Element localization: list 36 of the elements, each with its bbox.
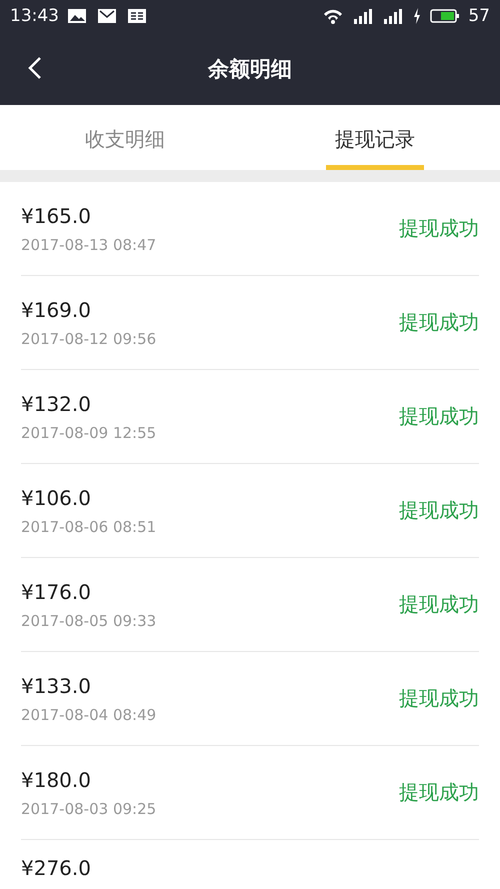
mail-icon [97, 7, 119, 25]
amount: ¥276.0 [21, 856, 91, 880]
status-label: 提现成功 [399, 403, 479, 430]
amount: ¥165.0 [21, 204, 92, 228]
tab[interactable]: 提现记录 [250, 105, 500, 170]
status-label: 提现成功 [399, 309, 479, 336]
status-label: 提现成功 [399, 497, 479, 524]
amount: ¥106.0 [21, 486, 92, 510]
tab[interactable]: 收支明细 [0, 105, 250, 170]
timestamp: 2017-08-12 09:56 [21, 330, 158, 348]
timestamp: 2017-08-04 08:49 [21, 706, 158, 724]
status-label: 提现成功 [399, 591, 479, 618]
amount: ¥133.0 [21, 674, 92, 698]
charging-icon [412, 7, 422, 25]
amount: ¥180.0 [21, 768, 92, 792]
image-icon [67, 7, 89, 25]
status-label: 提现成功 [399, 779, 479, 806]
timestamp: 2017-08-05 09:33 [21, 612, 158, 630]
status-label: 提现成功 [399, 215, 479, 242]
battery-level: 57 [468, 6, 490, 26]
amount: ¥132.0 [21, 392, 92, 416]
status-label: 提现成功 [399, 685, 479, 712]
page-title: 余额明细 [208, 56, 292, 82]
timestamp: 2017-08-03 09:25 [21, 800, 158, 818]
wifi-icon [322, 7, 344, 25]
battery-icon [430, 7, 460, 25]
status-time: 13:43 [10, 6, 59, 26]
signal-icon [352, 7, 374, 25]
timestamp: 2017-08-09 12:55 [21, 424, 158, 442]
amount: ¥176.0 [21, 580, 92, 604]
back-icon [28, 56, 42, 80]
timestamp: 2017-08-06 08:51 [21, 518, 158, 536]
signal-icon [382, 7, 404, 25]
timestamp: 2017-08-13 08:47 [21, 236, 158, 254]
amount: ¥169.0 [21, 298, 92, 322]
book-icon [127, 7, 149, 25]
